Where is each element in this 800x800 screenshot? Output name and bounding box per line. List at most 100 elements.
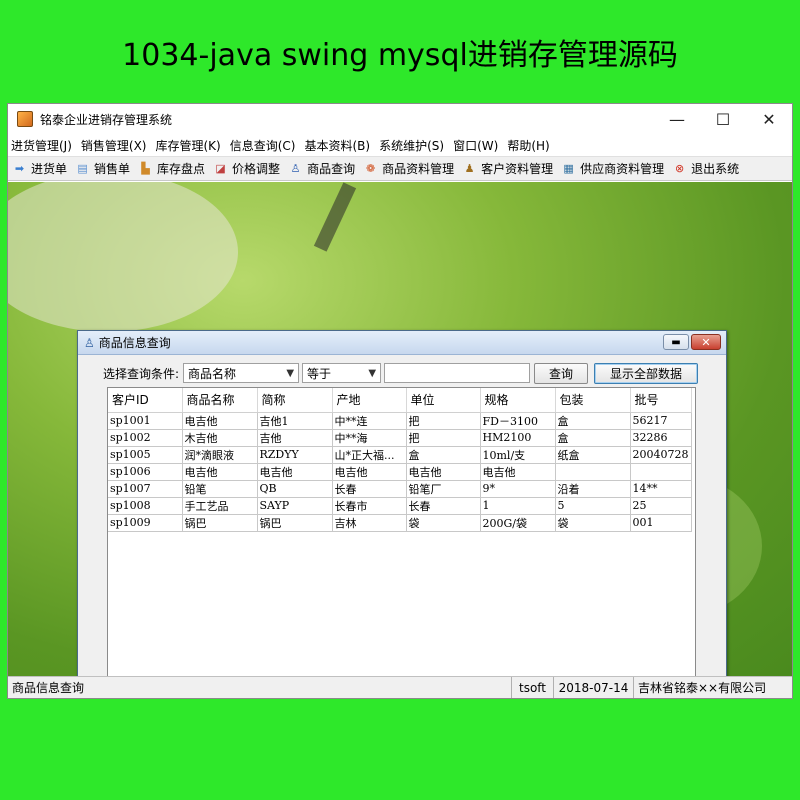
table-cell[interactable]: 中**海 — [332, 429, 407, 447]
column-header[interactable]: 包装 — [555, 388, 631, 413]
column-header[interactable]: 规格 — [480, 388, 556, 413]
table-row[interactable]: sp1001 电吉他 吉他1 中**连把 FD－3100 盒 56217 — [108, 412, 692, 430]
column-header[interactable]: 客户ID — [108, 388, 183, 413]
table-cell[interactable]: 润*滴眼液 — [182, 446, 258, 464]
table-cell[interactable]: 25 — [630, 497, 692, 515]
table-row[interactable]: sp1008 手工艺品 SAYP 长春市 长春 1 5 25 — [108, 497, 692, 515]
menu-purchase[interactable]: 进货管理(J) — [11, 137, 72, 154]
table-cell[interactable]: 中**连 — [332, 412, 407, 430]
table-row[interactable]: sp1005 润*滴眼液 RZDYY 山*正大福... 盒 10ml/支 纸盒 2004072… — [108, 446, 692, 464]
column-header[interactable]: 产地 — [332, 388, 407, 413]
table-cell[interactable]: 吉林 — [332, 514, 407, 532]
table-row[interactable]: sp1007 铅笔 QB 长春 铅笔厂 9* 沿着 14** — [108, 480, 692, 498]
table-cell[interactable]: 电吉他 — [257, 463, 333, 481]
table-cell[interactable]: 盒 — [555, 429, 631, 447]
table-cell[interactable]: sp1001 — [108, 412, 183, 430]
table-cell[interactable]: 锅巴 — [257, 514, 333, 532]
column-header[interactable]: 简称 — [257, 388, 333, 413]
menu-sales[interactable]: 销售管理(X) — [81, 137, 147, 154]
table-cell[interactable]: 把 — [406, 412, 481, 430]
table-cell[interactable]: 10ml/支 — [480, 446, 556, 464]
table-cell[interactable]: 吉他 — [257, 429, 333, 447]
table-cell[interactable]: 铅笔 — [182, 480, 258, 498]
table-cell[interactable]: RZDYY — [257, 446, 333, 464]
table-cell[interactable]: 把 — [406, 429, 481, 447]
menu-system[interactable]: 系统维护(S) — [379, 137, 444, 154]
table-row[interactable]: sp1006 电吉他 电吉他 电吉他 电吉他 电吉他 — [108, 463, 692, 481]
table-cell[interactable]: sp1007 — [108, 480, 183, 498]
operator-select[interactable]: 等于 ▼ — [302, 363, 382, 383]
table-cell[interactable]: 001 — [630, 514, 692, 532]
status-company: 吉林省铭泰××有限公司 — [638, 681, 767, 695]
table-cell[interactable]: SAYP — [257, 497, 333, 515]
menu-inventory[interactable]: 库存管理(K) — [156, 137, 221, 154]
table-cell[interactable]: sp1006 — [108, 463, 183, 481]
table-cell[interactable]: 盒 — [555, 412, 631, 430]
table-cell[interactable]: sp1008 — [108, 497, 183, 515]
menu-help[interactable]: 帮助(H) — [507, 137, 549, 154]
column-header[interactable]: 批号 — [630, 388, 692, 413]
table-cell[interactable]: 200G/袋 — [480, 514, 556, 532]
minimize-button[interactable]: — — [654, 104, 700, 134]
table-cell[interactable]: 长春 — [406, 497, 481, 515]
table-cell[interactable]: FD－3100 — [480, 412, 556, 430]
show-all-button[interactable]: 显示全部数据 — [594, 362, 699, 384]
toolbar-button-price-chart[interactable]: ◪ 价格调整 — [213, 160, 280, 177]
table-cell[interactable]: 56217 — [630, 412, 692, 430]
table-cell[interactable]: 14** — [630, 480, 692, 498]
query-value-input[interactable] — [384, 363, 531, 383]
table-cell[interactable]: sp1005 — [108, 446, 183, 464]
column-header[interactable]: 单位 — [406, 388, 481, 413]
table-cell[interactable]: 沿着 — [555, 480, 631, 498]
table-cell[interactable]: 32286 — [630, 429, 692, 447]
table-cell[interactable]: 9* — [480, 480, 556, 498]
table-cell[interactable]: 电吉他 — [480, 463, 556, 481]
dialog-close-button[interactable]: ✕ — [691, 334, 721, 350]
table-cell[interactable]: 电吉他 — [332, 463, 407, 481]
table-cell[interactable]: 长春 — [332, 480, 407, 498]
table-cell[interactable]: 1 — [480, 497, 556, 515]
table-cell[interactable]: 手工艺品 — [182, 497, 258, 515]
table-cell[interactable]: 长春市 — [332, 497, 407, 515]
toolbar-button-import[interactable]: ➡ 进货单 — [12, 160, 67, 177]
menu-window[interactable]: 窗口(W) — [453, 137, 498, 154]
column-header[interactable]: 商品名称 — [182, 388, 258, 413]
toolbar-button-user-search[interactable]: ♙ 商品查询 — [288, 160, 355, 177]
table-cell[interactable]: 铅笔厂 — [406, 480, 481, 498]
table-cell[interactable]: 纸盒 — [555, 446, 631, 464]
table-cell[interactable]: 20040728 — [630, 446, 692, 464]
table-cell[interactable]: QB — [257, 480, 333, 498]
table-cell[interactable]: 5 — [555, 497, 631, 515]
table-cell[interactable]: 袋 — [406, 514, 481, 532]
dialog-minimize-button[interactable]: ▬ — [663, 334, 689, 350]
toolbar-button-supplier[interactable]: ▦ 供应商资料管理 — [561, 160, 664, 177]
table-cell[interactable]: 电吉他 — [182, 463, 258, 481]
table-cell[interactable]: 山*正大福... — [332, 446, 407, 464]
toolbar-button-goods[interactable]: ❁ 商品资料管理 — [363, 160, 454, 177]
table-cell[interactable]: HM2100 — [480, 429, 556, 447]
table-cell[interactable] — [630, 463, 692, 481]
table-cell[interactable]: 盒 — [406, 446, 481, 464]
toolbar-button-customer[interactable]: ♟ 客户资料管理 — [462, 160, 553, 177]
query-button[interactable]: 查询 — [534, 362, 589, 384]
toolbar-button-document[interactable]: ▤ 销售单 — [75, 160, 130, 177]
table-cell[interactable]: 袋 — [555, 514, 631, 532]
table-cell[interactable] — [555, 463, 631, 481]
menu-info-query[interactable]: 信息查询(C) — [230, 137, 296, 154]
field-select[interactable]: 商品名称 ▼ — [183, 363, 300, 383]
close-button[interactable]: ✕ — [746, 104, 792, 134]
table-cell[interactable]: sp1002 — [108, 429, 183, 447]
toolbar-button-exit[interactable]: ⊗ 退出系统 — [672, 160, 739, 177]
table-cell[interactable]: 电吉他 — [182, 412, 258, 430]
table-cell[interactable]: sp1009 — [108, 514, 183, 532]
table-cell[interactable]: 锅巴 — [182, 514, 258, 532]
table-row[interactable]: sp1002 木吉他 吉他 中**海把 HM2100 盒 32286 — [108, 429, 692, 447]
maximize-button[interactable]: ☐ — [700, 104, 746, 134]
customer-icon: ♟ — [464, 162, 475, 175]
table-cell[interactable]: 吉他1 — [257, 412, 333, 430]
toolbar-button-inventory[interactable]: ▙ 库存盘点 — [138, 160, 205, 177]
table-cell[interactable]: 木吉他 — [182, 429, 258, 447]
table-cell[interactable]: 电吉他 — [406, 463, 481, 481]
table-row[interactable]: sp1009 锅巴 锅巴 吉林袋 200G/袋袋 001 — [108, 514, 692, 532]
menu-basic-data[interactable]: 基本资料(B) — [304, 137, 370, 154]
